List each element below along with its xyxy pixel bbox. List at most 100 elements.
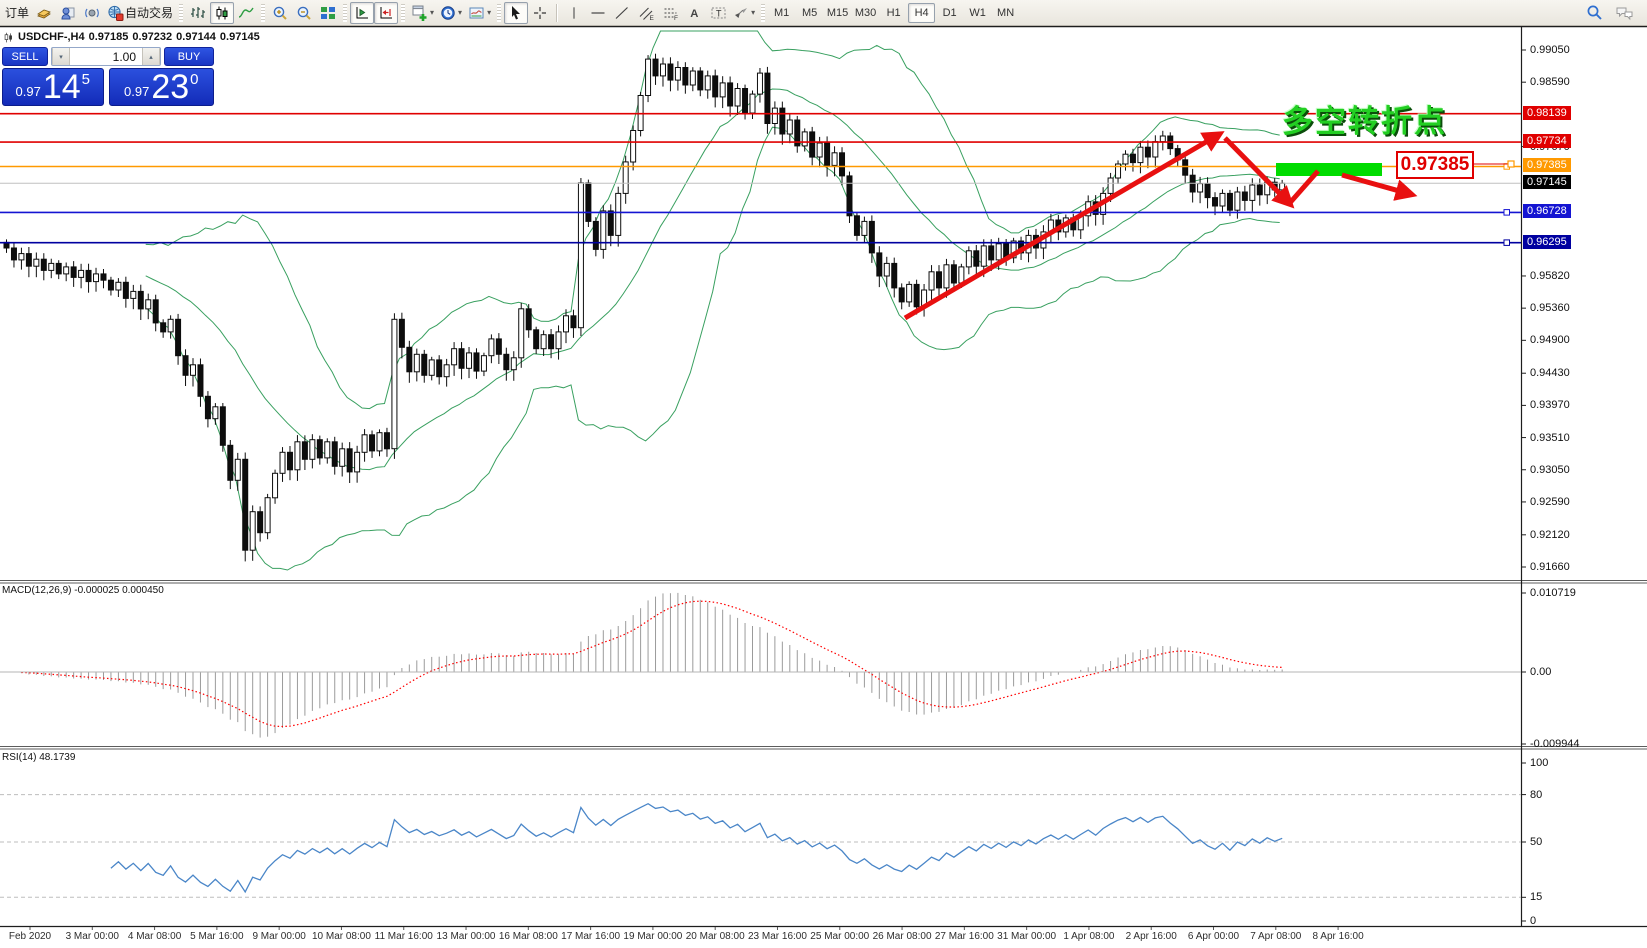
horizontal-line-icon xyxy=(590,5,606,21)
autotrading-label: 自动交易 xyxy=(125,4,173,21)
time-tick-marks xyxy=(30,927,1338,930)
periods-button[interactable]: ▾ xyxy=(437,2,465,24)
fibonacci-letter: F xyxy=(674,15,678,21)
news-button[interactable] xyxy=(56,2,80,24)
timeframe-M15[interactable]: M15 xyxy=(824,3,851,23)
timeframe-W1[interactable]: W1 xyxy=(964,3,991,23)
time-label: 5 Mar 16:00 xyxy=(190,931,243,942)
trendline-icon xyxy=(614,5,630,21)
rsi-axis-tick: 50 xyxy=(1530,836,1542,848)
price-level-label: 0.96295 xyxy=(1523,235,1571,249)
buy-price-prefix: 0.97 xyxy=(124,84,149,99)
auto-scroll-button[interactable] xyxy=(350,2,374,24)
chevron-down-icon[interactable]: ▾ xyxy=(430,8,434,17)
zoom-in-button[interactable] xyxy=(268,2,292,24)
volume-increase-button[interactable]: ▴ xyxy=(142,48,160,65)
time-label: 11 Mar 16:00 xyxy=(375,931,433,942)
time-label: 27 Mar 16:00 xyxy=(935,931,994,942)
history-icon xyxy=(36,5,52,21)
candlestick-mode-button[interactable] xyxy=(210,2,234,24)
chinese-annotation-text[interactable]: 多空转折点 xyxy=(1282,96,1447,141)
line-chart-mode-button[interactable] xyxy=(234,2,258,24)
price-tick: 0.95820 xyxy=(1530,270,1570,282)
vertical-line-tool-button[interactable] xyxy=(562,2,586,24)
volume-input[interactable]: 1.00 xyxy=(70,48,142,65)
rsi-axis-tick: 80 xyxy=(1530,789,1542,801)
timeframe-M1[interactable]: M1 xyxy=(768,3,795,23)
macd-axis-tick: 0.00 xyxy=(1530,666,1551,678)
sell-button[interactable]: SELL xyxy=(2,47,48,66)
arrows-tool-button[interactable]: ▾ xyxy=(730,2,758,24)
timeframe-H4[interactable]: H4 xyxy=(908,3,935,23)
arrows-shapes-icon xyxy=(733,5,749,21)
candles xyxy=(4,54,1285,562)
chart-canvas[interactable] xyxy=(0,0,1647,948)
time-label: 9 Mar 00:00 xyxy=(252,931,305,942)
chevron-down-icon[interactable]: ▾ xyxy=(751,8,755,17)
timeframe-M30[interactable]: M30 xyxy=(852,3,879,23)
toolbar-grip xyxy=(261,4,265,22)
chart-shift-icon xyxy=(378,5,394,21)
ohlc-high: 0.97232 xyxy=(132,31,172,43)
horizontal-line-tool-button[interactable] xyxy=(586,2,610,24)
cursor-tool-button[interactable] xyxy=(504,2,528,24)
toolbar-grip xyxy=(179,4,183,22)
price-callout-label[interactable]: 0.97385 xyxy=(1396,151,1474,179)
text-tool-letter: A xyxy=(690,8,698,20)
volume-decrease-button[interactable]: ▾ xyxy=(52,48,70,65)
timeframe-MN[interactable]: MN xyxy=(992,3,1019,23)
toolbar-grip xyxy=(761,4,765,22)
rsi-axis-tick: 15 xyxy=(1530,891,1542,903)
chat-bubbles-icon xyxy=(1615,5,1634,21)
time-label: 4 Mar 08:00 xyxy=(128,931,181,942)
fibonacci-tool-button[interactable]: F xyxy=(658,2,682,24)
price-level-label: 0.96728 xyxy=(1523,204,1571,218)
toolbar-right-group xyxy=(1582,2,1637,24)
trend-arrow-up[interactable] xyxy=(905,135,1218,318)
timeframe-M5[interactable]: M5 xyxy=(796,3,823,23)
text-tool-button[interactable]: A xyxy=(682,2,706,24)
search-button[interactable] xyxy=(1582,2,1606,24)
history-center-button[interactable] xyxy=(32,2,56,24)
chart-shift-button[interactable] xyxy=(374,2,398,24)
auto-scroll-icon xyxy=(354,5,370,21)
alerts-button[interactable] xyxy=(80,2,104,24)
rsi-value: 48.1739 xyxy=(39,752,75,763)
price-tick: 0.91660 xyxy=(1530,561,1570,573)
chevron-down-icon[interactable]: ▾ xyxy=(487,8,491,17)
new-order-label: 订单 xyxy=(5,4,29,21)
price-tick: 0.92120 xyxy=(1530,529,1570,541)
autotrading-button[interactable]: 自动交易 xyxy=(104,2,176,24)
buy-price-box[interactable]: 0.97 23 0 xyxy=(109,68,214,106)
zoom-out-button[interactable] xyxy=(292,2,316,24)
crosshair-tool-button[interactable] xyxy=(528,2,552,24)
channel-letter: E xyxy=(649,15,654,21)
templates-button[interactable]: ▾ xyxy=(465,2,494,24)
timeframe-group: M1M5M15M30H1H4D1W1MN xyxy=(768,3,1019,23)
toolbar-grip xyxy=(343,4,347,22)
new-chart-button[interactable]: ▾ xyxy=(408,2,437,24)
timeframe-D1[interactable]: D1 xyxy=(936,3,963,23)
sell-price-box[interactable]: 0.97 14 5 xyxy=(2,68,104,106)
trendline-tool-button[interactable] xyxy=(610,2,634,24)
rsi-label: RSI(14) 48.1739 xyxy=(2,752,75,763)
chat-button[interactable] xyxy=(1612,2,1637,24)
bar-chart-mode-button[interactable] xyxy=(186,2,210,24)
label-tool-button[interactable]: T xyxy=(706,2,730,24)
chevron-down-icon[interactable]: ▾ xyxy=(458,8,462,17)
new-order-button[interactable]: 订单 xyxy=(2,2,32,24)
highlight-box[interactable] xyxy=(1276,163,1382,176)
time-label: 10 Mar 08:00 xyxy=(312,931,371,942)
channel-tool-button[interactable]: E xyxy=(634,2,658,24)
clock-icon xyxy=(440,5,456,21)
sell-price-pip: 5 xyxy=(82,71,90,88)
timeframe-H1[interactable]: H1 xyxy=(880,3,907,23)
tile-windows-button[interactable] xyxy=(316,2,340,24)
trend-bounce-line[interactable] xyxy=(1288,171,1318,205)
macd-axis-tick: -0.009944 xyxy=(1530,738,1580,750)
main-toolbar: 订单 自动交易 xyxy=(0,0,1647,26)
buy-button[interactable]: BUY xyxy=(164,47,214,66)
tile-windows-icon xyxy=(320,5,336,21)
fibonacci-icon: F xyxy=(662,5,679,21)
time-label: 20 Mar 08:00 xyxy=(686,931,745,942)
